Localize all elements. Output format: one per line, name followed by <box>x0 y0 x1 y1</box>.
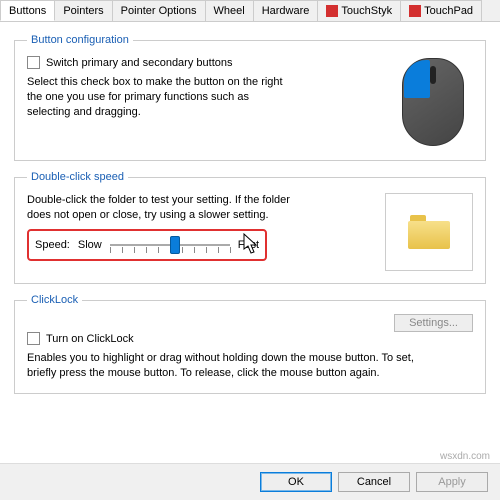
double-click-group: Double-click speed Double-click the fold… <box>14 171 486 284</box>
double-click-desc: Double-click the folder to test your set… <box>27 193 307 223</box>
button-config-group: Button configuration Switch primary and … <box>14 34 486 161</box>
speed-slider-row: Speed: Slow <box>27 229 267 261</box>
speed-fast-label: Fast <box>238 239 259 251</box>
switch-buttons-row[interactable]: Switch primary and secondary buttons <box>27 56 383 69</box>
speed-slow-label: Slow <box>78 239 102 251</box>
tab-content: Button configuration Switch primary and … <box>0 22 500 416</box>
mouse-illustration <box>393 56 473 148</box>
tab-buttons[interactable]: Buttons <box>0 0 55 21</box>
mouse-primary-button-icon <box>404 60 430 98</box>
speed-slider-thumb[interactable] <box>170 236 180 254</box>
dialog-buttons: OK Cancel Apply <box>0 463 500 500</box>
clicklock-label: Turn on ClickLock <box>46 333 134 345</box>
switch-buttons-label: Switch primary and secondary buttons <box>46 57 232 69</box>
clicklock-desc: Enables you to highlight or drag without… <box>27 351 427 381</box>
clicklock-settings-button: Settings... <box>394 314 473 332</box>
tab-pointers[interactable]: Pointers <box>54 0 112 21</box>
double-click-legend: Double-click speed <box>27 171 128 183</box>
button-config-desc: Select this check box to make the button… <box>27 75 287 120</box>
apply-button: Apply <box>416 472 488 492</box>
tab-hardware[interactable]: Hardware <box>253 0 319 21</box>
clicklock-group: ClickLock Settings... Turn on ClickLock … <box>14 294 486 394</box>
tab-strip: Buttons Pointers Pointer Options Wheel H… <box>0 0 500 22</box>
double-click-test-folder[interactable] <box>385 193 473 271</box>
clicklock-row[interactable]: Turn on ClickLock <box>27 332 473 345</box>
tab-pointer-options[interactable]: Pointer Options <box>112 0 206 21</box>
folder-icon <box>408 215 450 249</box>
touchstyk-icon <box>326 5 338 17</box>
watermark: wsxdn.com <box>440 451 490 462</box>
switch-buttons-checkbox[interactable] <box>27 56 40 69</box>
speed-label: Speed: <box>35 239 70 251</box>
tab-touchpad-label: TouchPad <box>424 5 473 17</box>
cancel-button[interactable]: Cancel <box>338 472 410 492</box>
tab-wheel[interactable]: Wheel <box>205 0 254 21</box>
speed-slider[interactable] <box>110 235 230 255</box>
clicklock-checkbox[interactable] <box>27 332 40 345</box>
tab-touchpad[interactable]: TouchPad <box>400 0 482 21</box>
tab-touchstyk[interactable]: TouchStyk <box>317 0 401 21</box>
ok-button[interactable]: OK <box>260 472 332 492</box>
touchpad-icon <box>409 5 421 17</box>
clicklock-legend: ClickLock <box>27 294 82 306</box>
tab-touchstyk-label: TouchStyk <box>341 5 392 17</box>
button-config-legend: Button configuration <box>27 34 133 46</box>
